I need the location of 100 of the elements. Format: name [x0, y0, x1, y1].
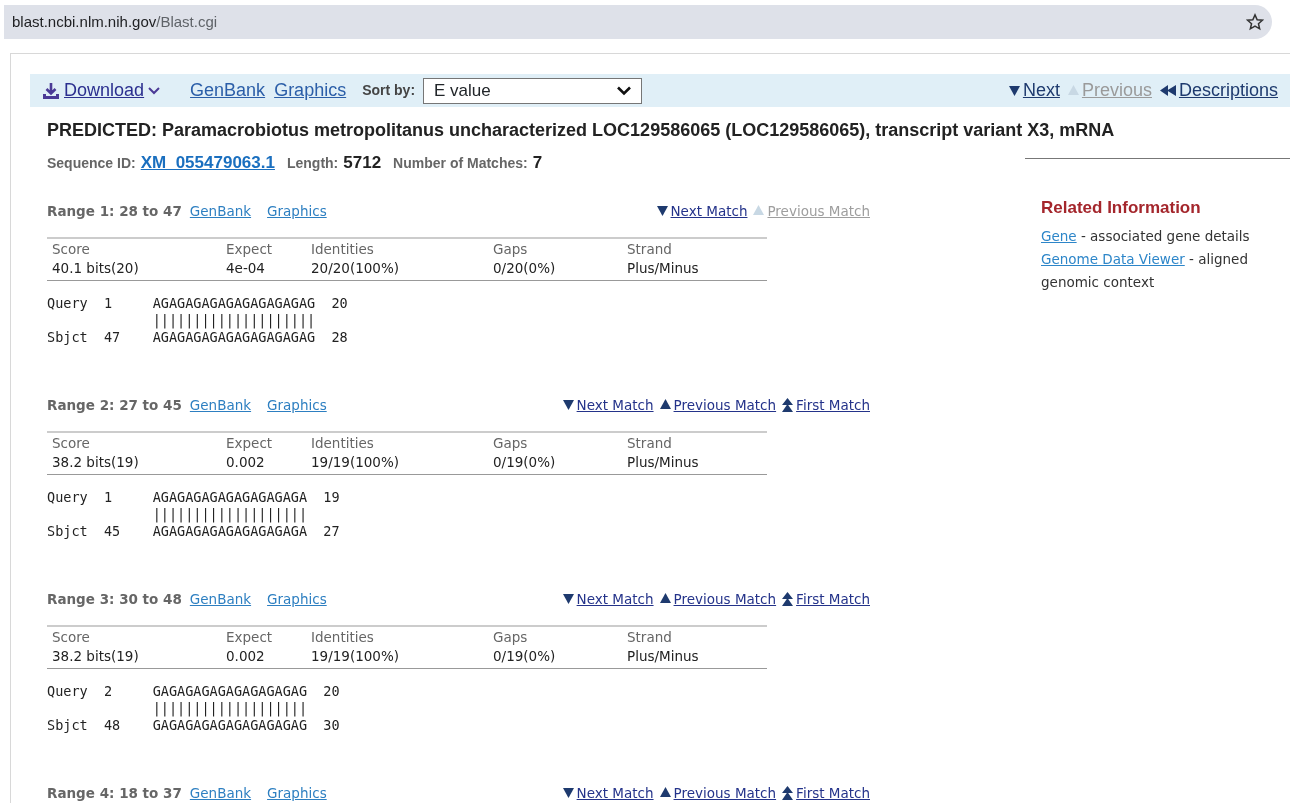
star-icon[interactable] [1246, 13, 1264, 31]
related-item: Gene - associated gene details [1041, 226, 1251, 246]
double-left-triangle-icon [1159, 85, 1176, 96]
up-triangle-icon [659, 593, 671, 605]
column-header: Gaps [493, 628, 529, 646]
column-header: Score [52, 240, 91, 258]
nav-link[interactable]: Next Match [576, 394, 654, 415]
up-triangle-icon [659, 399, 671, 411]
table-cell-text: 38.2 bits(19) [52, 452, 140, 472]
sequence-title: PREDICTED: Paramacrobiotus metropolitanus uncharacterized LOC129586065 (LOC129586065), transcript variant X3, mRNA [47, 119, 1116, 142]
nav-link[interactable]: Descriptions [1178, 77, 1278, 104]
column-header: Gaps [493, 434, 529, 452]
meta-label: Number of Matches: [393, 154, 528, 173]
table-cell-text: 0.002 [226, 452, 266, 472]
query-line: Query 1 AGAGAGAGAGAGAGAGAGA 19 [47, 488, 340, 506]
nav-link[interactable]: Next Match [576, 782, 654, 803]
table-cell-text: 38.2 bits(19) [52, 646, 140, 666]
column-header: Identities [311, 434, 375, 452]
address-bar[interactable]: blast.ncbi.nlm.nih.gov/Blast.cgi [4, 5, 1272, 39]
nav-link: Previous [1081, 79, 1152, 102]
nav-link: Previous Match [767, 201, 870, 221]
query-line: Query 2 GAGAGAGAGAGAGAGAGAG 20 [47, 682, 340, 700]
up-triangle-icon [659, 787, 671, 799]
range-link[interactable]: GenBank [189, 588, 252, 609]
table-cell-text: 4e-04 [226, 258, 266, 278]
table-cell-text: 20/20(100%) [311, 258, 401, 278]
table-cell-text: Plus/Minus [627, 452, 700, 472]
toolbar-link[interactable]: Graphics [274, 77, 347, 104]
table-cell-text: 0/20(0%) [493, 258, 557, 278]
double-up-triangle-icon [782, 397, 794, 412]
related-link[interactable]: Gene [1041, 227, 1077, 244]
subject-line: Sbjct 47 AGAGAGAGAGAGAGAGAGAG 28 [47, 328, 348, 346]
nav-link[interactable]: Previous Match [673, 782, 777, 803]
range-link[interactable]: Graphics [267, 588, 327, 609]
sequence-id-link[interactable]: XM_055479063.1 [140, 150, 275, 176]
down-triangle-icon [1008, 85, 1020, 96]
column-header: Identities [311, 240, 375, 258]
column-header: Score [52, 434, 91, 452]
related-item: Genome Data Viewer - aligned genomic context [1041, 249, 1249, 292]
range-heading: Range 3: 30 to 48 [47, 589, 182, 609]
down-triangle-icon [656, 205, 668, 217]
up-triangle-icon [1067, 85, 1079, 96]
meta-value: 7 [532, 152, 543, 174]
down-triangle-icon [562, 399, 574, 411]
nav-link[interactable]: First Match [796, 782, 870, 803]
meta-label: Length: [286, 154, 339, 173]
down-triangle-icon [562, 787, 574, 799]
table-cell-text: 0.002 [226, 646, 266, 666]
up-triangle-icon [753, 205, 765, 217]
nav-link[interactable]: First Match [796, 588, 870, 609]
table-cell-text: 0/19(0%) [493, 646, 557, 666]
nav-link[interactable]: Next [1022, 77, 1060, 104]
table-cell-text: 19/19(100%) [311, 452, 401, 472]
column-header: Gaps [493, 240, 529, 258]
range-link[interactable]: Graphics [267, 200, 327, 221]
range-link[interactable]: GenBank [189, 394, 252, 415]
nav-link[interactable]: Previous Match [673, 394, 777, 415]
double-up-triangle-icon [782, 591, 794, 606]
query-line: Query 1 AGAGAGAGAGAGAGAGAGAG 20 [47, 294, 348, 312]
download-link[interactable]: Download [42, 77, 161, 104]
column-header: Expect [226, 434, 274, 452]
range-link[interactable]: Graphics [267, 394, 327, 415]
nav-link[interactable]: Previous Match [673, 588, 777, 609]
double-up-triangle-icon [782, 785, 794, 800]
meta-value: 5712 [343, 152, 382, 174]
nav-link[interactable]: First Match [796, 394, 870, 415]
table-cell-text: 0/19(0%) [493, 452, 557, 472]
related-link[interactable]: Genome Data Viewer [1041, 250, 1185, 267]
range-link[interactable]: GenBank [189, 782, 252, 803]
column-header: Strand [627, 434, 673, 452]
down-triangle-icon [562, 593, 574, 605]
nav-link[interactable]: Next Match [670, 200, 748, 221]
column-header: Strand [627, 240, 673, 258]
range-link[interactable]: Graphics [267, 782, 327, 803]
column-header: Expect [226, 240, 274, 258]
match-line: ||||||||||||||||||| [151, 699, 308, 717]
meta-label: Sequence ID: [47, 154, 136, 173]
range-link[interactable]: GenBank [189, 200, 252, 221]
match-line: ||||||||||||||||||| [151, 505, 308, 523]
download-icon [42, 81, 60, 100]
table-cell-text: 40.1 bits(20) [52, 258, 140, 278]
column-header: Expect [226, 628, 274, 646]
chevron-down-icon [617, 85, 632, 96]
column-header: Strand [627, 628, 673, 646]
nav-link[interactable]: Next Match [576, 588, 654, 609]
sort-label: Sort by: [362, 81, 416, 100]
caret-down-icon [148, 86, 161, 95]
range-heading: Range 2: 27 to 45 [47, 395, 182, 415]
toolbar-link[interactable]: GenBank [190, 77, 266, 104]
range-heading: Range 4: 18 to 37 [47, 783, 182, 803]
sort-select[interactable]: E value [423, 77, 643, 104]
column-header: Identities [311, 628, 375, 646]
match-line: |||||||||||||||||||| [151, 311, 316, 329]
column-header: Score [52, 628, 91, 646]
url-text: blast.ncbi.nlm.nih.gov/Blast.cgi [12, 11, 218, 32]
subject-line: Sbjct 48 GAGAGAGAGAGAGAGAGAG 30 [47, 716, 340, 734]
table-cell-text: Plus/Minus [627, 646, 700, 666]
related-information-heading: Related Information [1041, 197, 1202, 219]
table-cell-text: Plus/Minus [627, 258, 700, 278]
range-heading: Range 1: 28 to 47 [47, 201, 182, 221]
